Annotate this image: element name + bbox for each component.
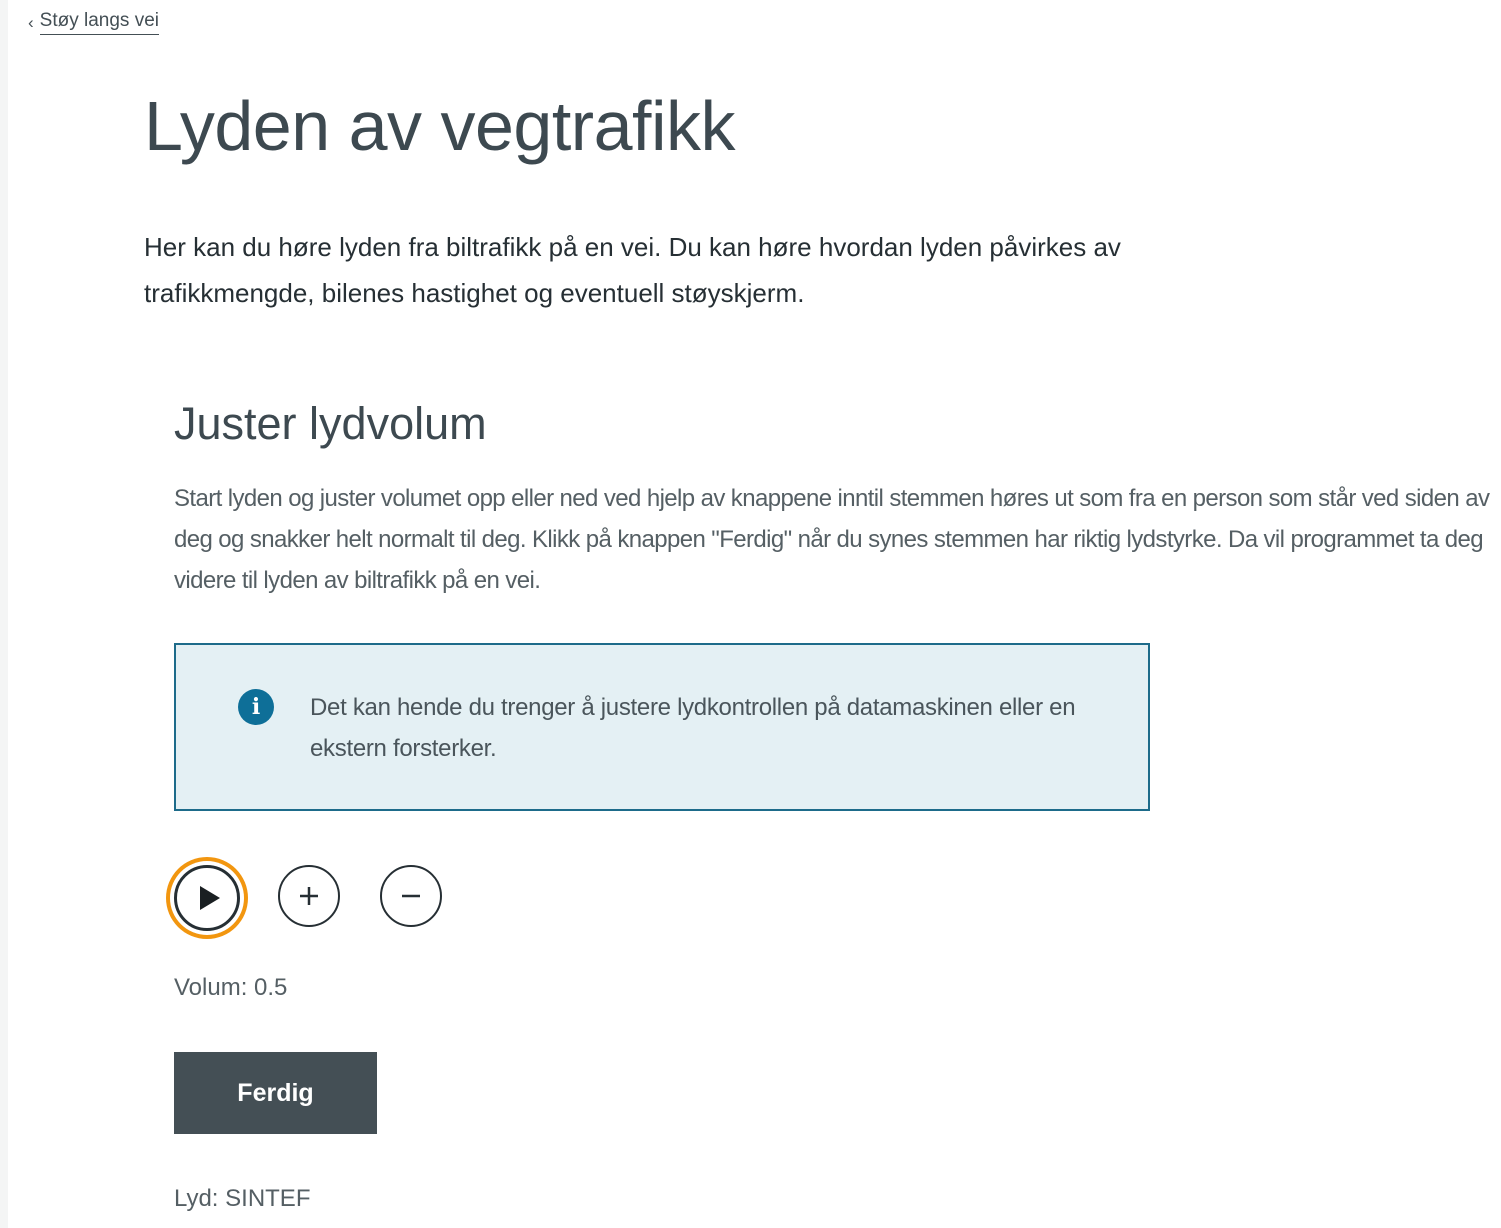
chevron-left-icon: ‹ [28,13,34,32]
volume-up-button[interactable] [278,865,340,927]
plus-icon [300,887,318,905]
play-button[interactable] [174,865,240,931]
sound-credit: Lyd: SINTEF [174,1185,311,1212]
back-link-label: Støy langs vei [39,10,159,35]
page-left-edge [0,0,8,1228]
done-button[interactable]: Ferdig [174,1052,377,1134]
volume-down-button[interactable] [380,865,442,927]
page-ingress: Her kan du høre lyden fra biltrafikk på … [144,232,1121,308]
info-text: Det kan hende du trenger å justere lydko… [310,694,1076,762]
play-icon [200,886,220,910]
info-box: i Det kan hende du trenger å justere lyd… [174,643,1150,811]
section-heading: Juster lydvolum [174,398,487,449]
back-link[interactable]: ‹ Støy langs vei [28,10,159,35]
info-icon: i [238,689,274,725]
page-title: Lyden av vegtrafikk [144,87,736,165]
minus-icon [402,894,420,898]
volume-readout: Volum: 0.5 [174,974,288,1001]
section-description: Start lyden og juster volumet opp eller … [174,485,1490,594]
